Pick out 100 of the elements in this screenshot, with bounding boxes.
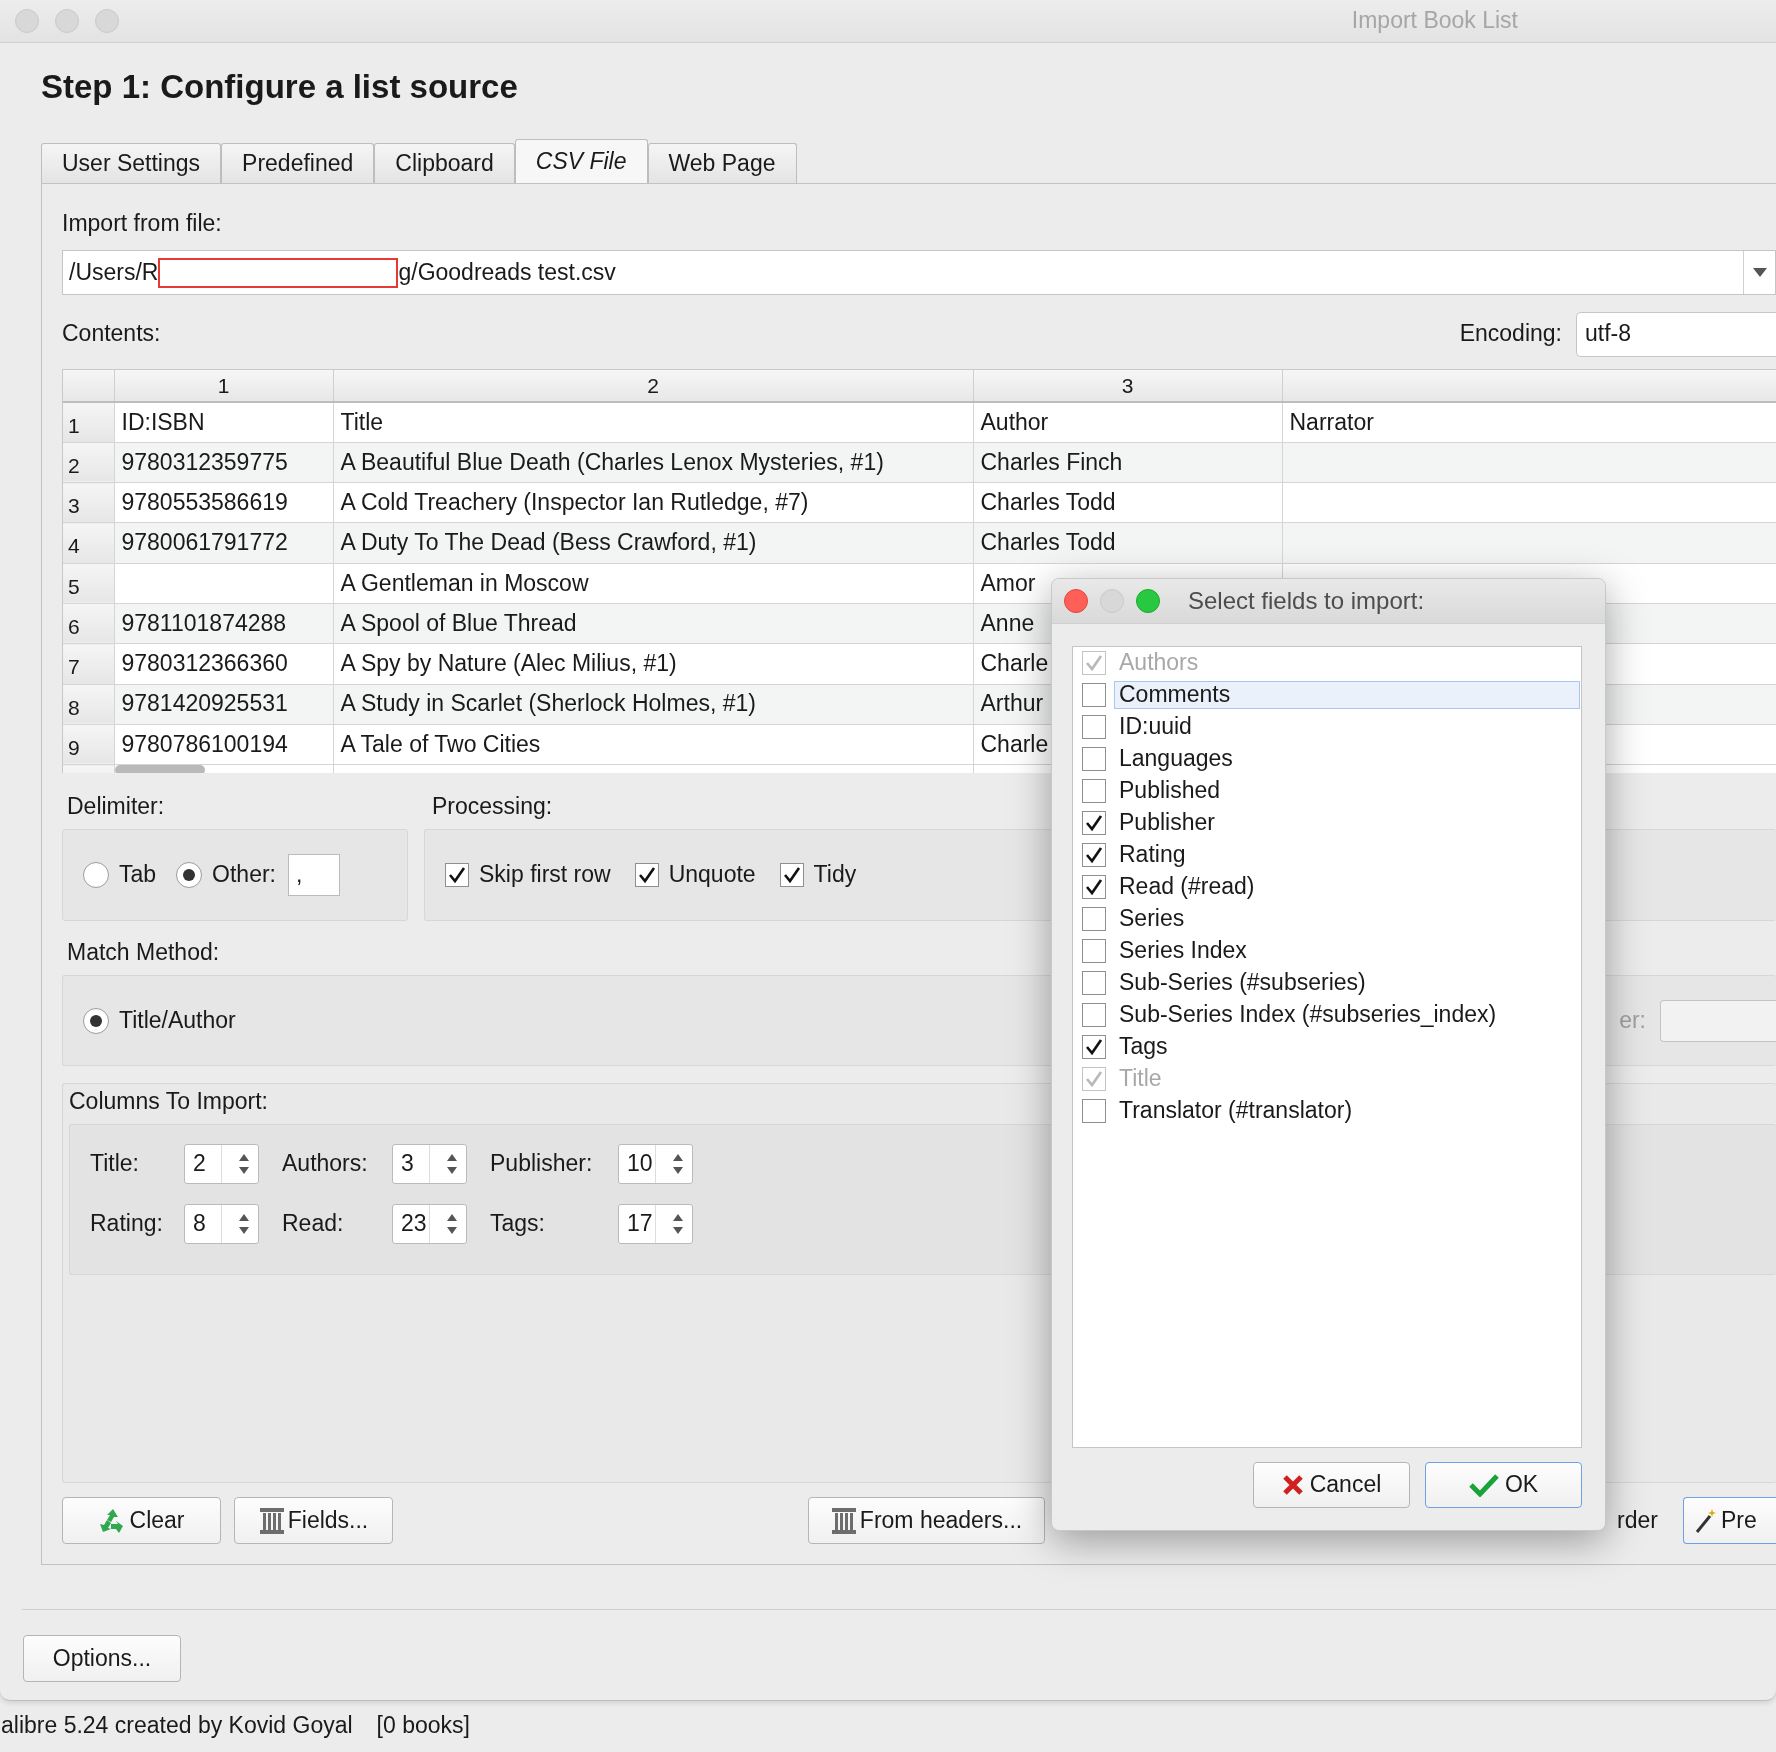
- column-header[interactable]: 3: [973, 370, 1282, 402]
- list-item[interactable]: Translator (#translator): [1114, 1097, 1580, 1125]
- text-field[interactable]: [1660, 999, 1776, 1042]
- dialog-title: Select fields to import:: [1188, 586, 1425, 616]
- option-label: Unquote: [668, 861, 756, 889]
- table-cell: Amor: [980, 569, 1036, 596]
- table-cell: Anne: [980, 609, 1035, 636]
- spin-box[interactable]: 23: [392, 1204, 467, 1244]
- table-cell: A Gentleman in Moscow: [340, 569, 589, 596]
- action-button[interactable]: From headers...: [808, 1497, 1045, 1544]
- checkbox[interactable]: [1082, 1003, 1106, 1027]
- table-cell: 9780553586619: [121, 488, 288, 515]
- field-label: Import from file:: [62, 210, 222, 236]
- table-cell: Author: [980, 408, 1049, 435]
- list-item[interactable]: ID:uuid: [1114, 713, 1580, 741]
- spin-box[interactable]: 10: [618, 1144, 693, 1184]
- list-item[interactable]: Read (#read): [1114, 873, 1580, 901]
- row-header[interactable]: 4: [63, 522, 114, 564]
- tab[interactable]: Web Page: [647, 143, 797, 183]
- encoding-combo[interactable]: utf-8: [1576, 311, 1776, 357]
- list-item[interactable]: Sub-Series Index (#subseries_index): [1114, 1001, 1580, 1029]
- spin-box[interactable]: 2: [184, 1144, 259, 1184]
- radio-button[interactable]: [83, 862, 109, 888]
- list-item[interactable]: Sub-Series (#subseries): [1114, 969, 1580, 997]
- column-icon: [258, 1506, 285, 1535]
- check-icon: [1468, 1473, 1499, 1497]
- list-item[interactable]: Series Index: [1114, 937, 1580, 965]
- tab[interactable]: User Settings: [41, 143, 222, 183]
- spin-box[interactable]: 17: [618, 1204, 693, 1244]
- checkbox[interactable]: [1082, 1099, 1106, 1123]
- checkbox[interactable]: [1082, 683, 1106, 707]
- tab[interactable]: Predefined: [221, 143, 375, 183]
- cancel-button[interactable]: Cancel: [1253, 1462, 1410, 1508]
- table-cell: Charle: [980, 650, 1049, 677]
- status-text: alibre 5.24 created by Kovid Goyal: [1, 1712, 353, 1740]
- field-label: er:: [1619, 1006, 1646, 1035]
- option-label: Tab: [119, 861, 157, 889]
- checkbox[interactable]: [1082, 747, 1106, 771]
- column-icon: [830, 1506, 857, 1535]
- cross-icon: [1281, 1474, 1304, 1496]
- checkbox[interactable]: [1082, 907, 1106, 931]
- column-header[interactable]: 2: [333, 370, 973, 402]
- table-cell: Charles Todd: [980, 529, 1116, 556]
- row-header[interactable]: 9: [63, 724, 114, 765]
- preview-button[interactable]: Pre: [1683, 1497, 1776, 1544]
- table-cell: A Study in Scarlet (Sherlock Holmes, #1): [340, 690, 756, 717]
- wand-icon: [1694, 1507, 1718, 1534]
- spin-box[interactable]: 3: [392, 1144, 467, 1184]
- scrollbar-thumb[interactable]: [115, 765, 205, 773]
- radio-button[interactable]: [176, 862, 203, 888]
- action-button[interactable]: Clear: [62, 1497, 221, 1544]
- options-button[interactable]: Options...: [23, 1635, 181, 1682]
- row-header[interactable]: 7: [63, 643, 114, 685]
- delimiter-field[interactable]: ,: [288, 854, 340, 896]
- table-cell: A Beautiful Blue Death (Charles Lenox Mysteries, #1): [340, 448, 884, 475]
- column-header[interactable]: [1282, 370, 1776, 402]
- column-header[interactable]: 1: [114, 370, 333, 402]
- list-item[interactable]: Languages: [1114, 745, 1580, 773]
- checkbox[interactable]: [1082, 843, 1106, 867]
- row-header[interactable]: 3: [63, 482, 114, 523]
- radio-button[interactable]: [83, 1007, 109, 1034]
- row-header[interactable]: 1: [63, 402, 114, 443]
- encoding-label: Encoding:: [1459, 320, 1562, 348]
- table-cell: Charles Finch: [980, 448, 1123, 475]
- ok-button[interactable]: OK: [1425, 1462, 1582, 1508]
- book-count: [0 books]: [376, 1712, 470, 1740]
- list-item[interactable]: Series: [1114, 905, 1580, 933]
- list-item[interactable]: Rating: [1114, 841, 1580, 869]
- checkbox[interactable]: [445, 863, 469, 887]
- list-item[interactable]: Comments: [1114, 681, 1580, 709]
- processing-label: Processing:: [432, 793, 553, 821]
- spin-box[interactable]: 8: [184, 1204, 259, 1244]
- table-cell: Charles Todd: [980, 488, 1116, 515]
- tab[interactable]: CSV File: [514, 139, 648, 183]
- checkbox[interactable]: [1082, 1035, 1106, 1059]
- close-light[interactable]: [1064, 589, 1088, 613]
- row-header[interactable]: 8: [63, 684, 114, 725]
- checkbox[interactable]: [1082, 939, 1106, 963]
- checkbox[interactable]: [1082, 715, 1106, 739]
- table-cell: 9780312359775: [121, 448, 288, 475]
- list-item[interactable]: Tags: [1114, 1033, 1580, 1061]
- file-path-field[interactable]: /Users/R g/Goodreads test.csv: [62, 250, 1776, 295]
- row-header[interactable]: 6: [63, 603, 114, 644]
- row-header[interactable]: 5: [63, 563, 114, 604]
- option-label: Skip first row: [479, 861, 611, 889]
- checkbox[interactable]: [779, 863, 804, 887]
- list-item[interactable]: Publisher: [1114, 809, 1580, 837]
- checkbox[interactable]: [1082, 779, 1106, 803]
- row-header[interactable]: 2: [63, 442, 114, 483]
- checkbox[interactable]: [634, 863, 659, 887]
- checkbox[interactable]: [1082, 971, 1106, 995]
- tab[interactable]: Clipboard: [374, 143, 515, 183]
- table-cell: A Spy by Nature (Alec Milius, #1): [340, 650, 677, 677]
- field-label: Authors:: [282, 1150, 369, 1178]
- list-item[interactable]: Published: [1114, 777, 1580, 805]
- zoom-light[interactable]: [1136, 589, 1160, 613]
- action-button[interactable]: Fields...: [234, 1497, 393, 1544]
- checkbox[interactable]: [1082, 811, 1106, 835]
- checkbox[interactable]: [1082, 875, 1106, 899]
- field-label: Rating:: [90, 1210, 164, 1238]
